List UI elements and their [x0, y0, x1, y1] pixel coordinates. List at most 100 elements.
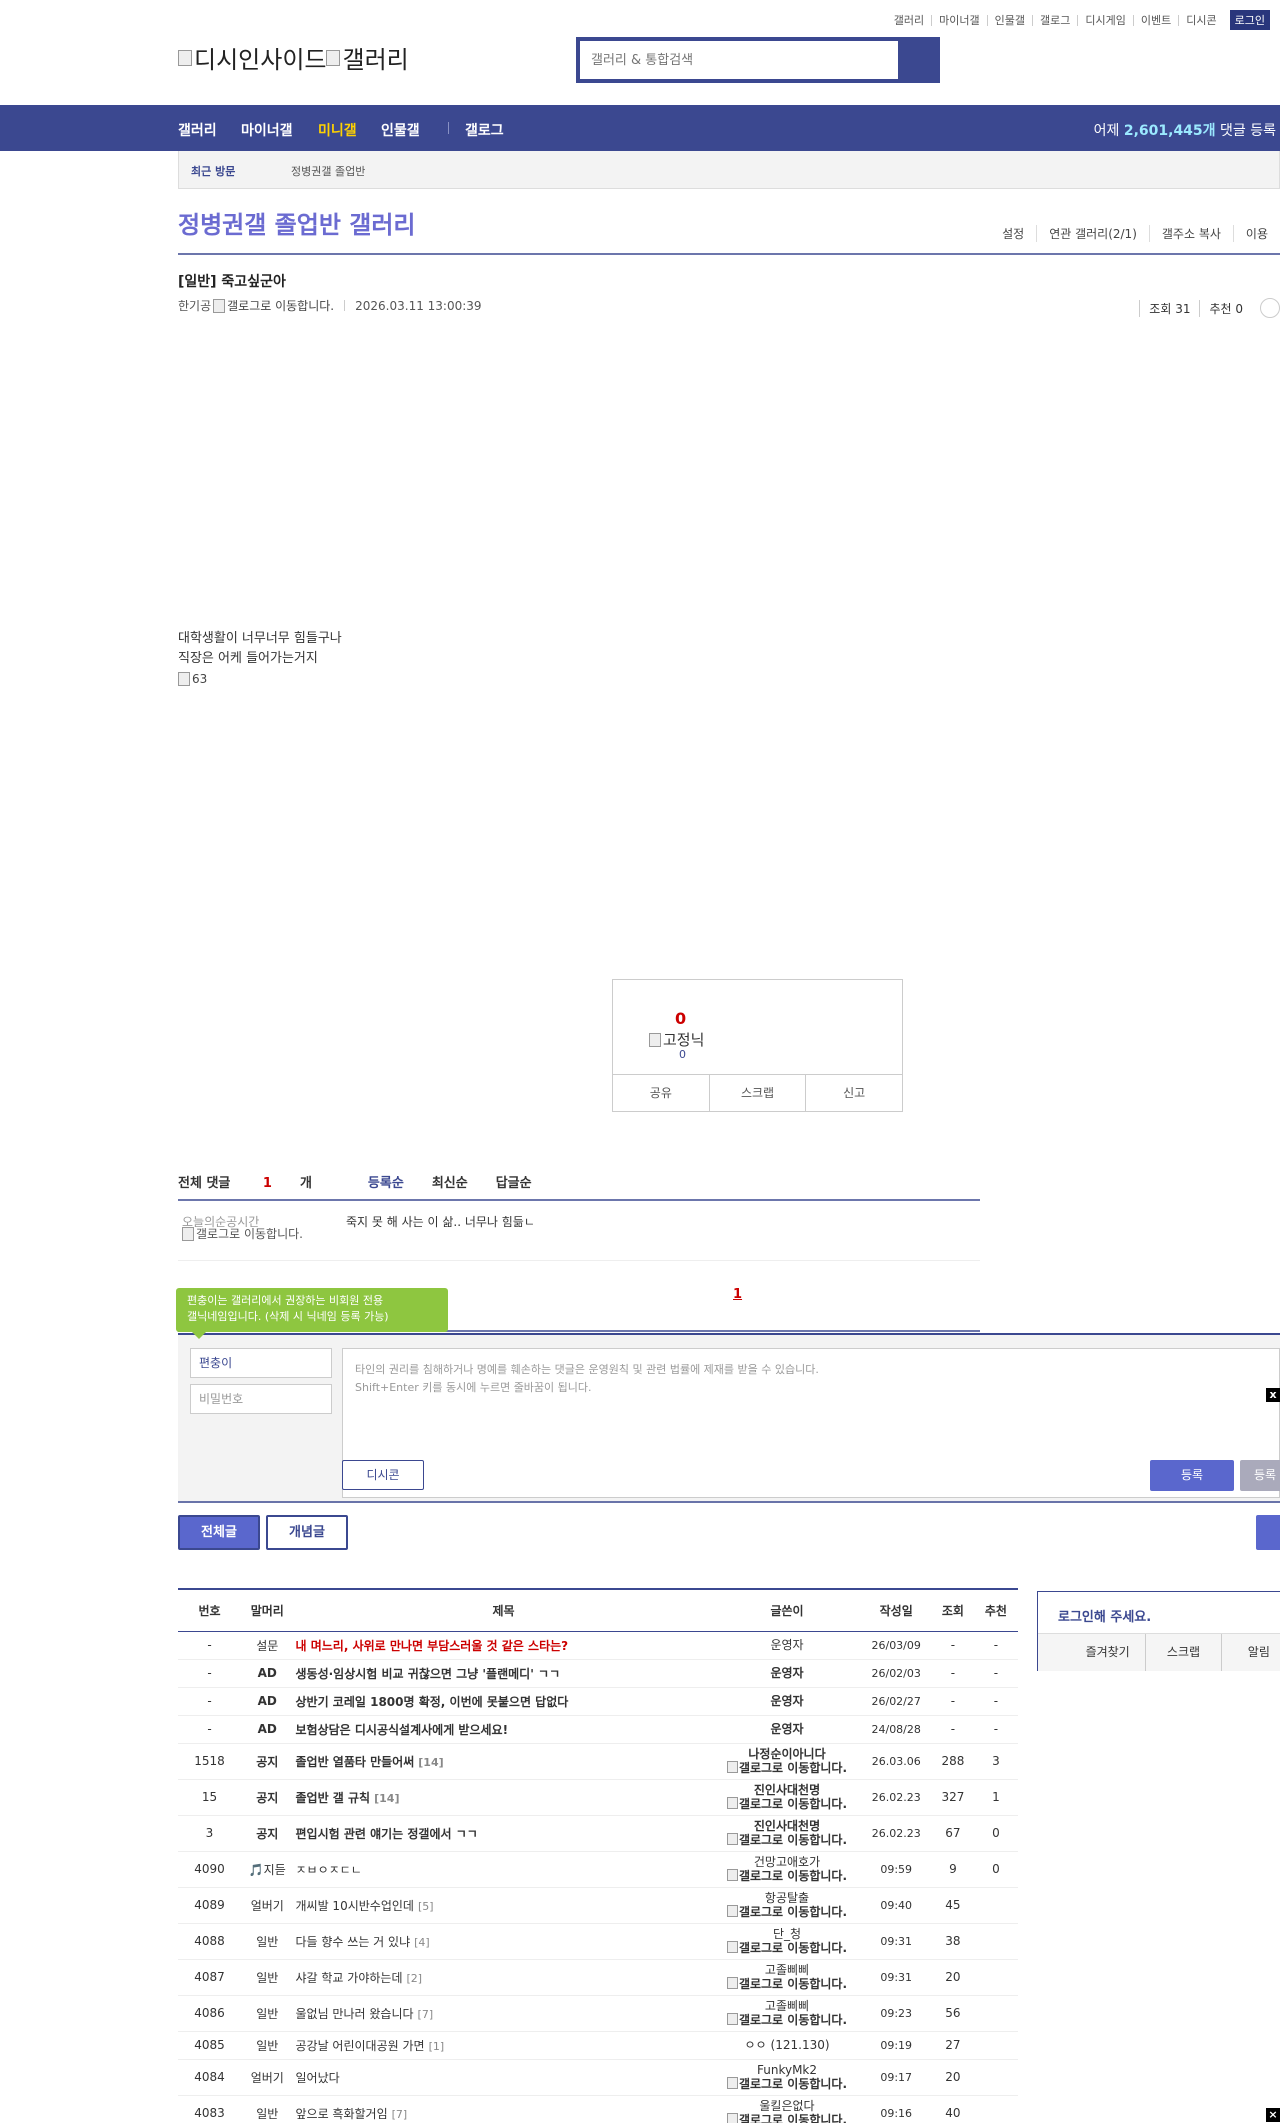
post-title-cell[interactable]: 앞으로 흑화할거임 [7]: [293, 2095, 714, 2123]
post-title-link[interactable]: 앞으로 흑화할거임: [296, 2107, 388, 2121]
favorites-link[interactable]: 즐겨찾기: [1070, 1634, 1145, 1671]
table-row[interactable]: - AD 보험상담은 디시공식설계사에게 받으세요! 운영자 24/08/28- -: [178, 1715, 1018, 1744]
post-title-cell[interactable]: 졸업반 열품타 만들어써 [14]: [293, 1743, 714, 1780]
top-link-dccon[interactable]: 디시콘: [1178, 14, 1223, 26]
gallog-icon[interactable]: 갤로그로 이동합니다.: [714, 1833, 861, 1847]
top-link-event[interactable]: 이벤트: [1132, 14, 1178, 26]
nav-gallery[interactable]: 갤러리: [178, 120, 217, 140]
post-writer[interactable]: 고졸삐삐 갤로그로 이동합니다.: [713, 1959, 861, 1996]
site-logo[interactable]: 디시인사이드 갤러리: [178, 40, 409, 75]
top-link-minor-gallery[interactable]: 마이너갤: [931, 14, 986, 26]
gallog-icon[interactable]: 갤로그로 이동합니다.: [714, 2113, 861, 2123]
reply-count[interactable]: [14]: [418, 1756, 443, 1769]
related-gallery-link[interactable]: 연관 갤러리(2/1): [1036, 225, 1149, 242]
comment-jump-icon[interactable]: [1260, 298, 1280, 318]
post-title-cell[interactable]: 편입시험 관련 얘기는 정갤에서 ㄱㄱ: [293, 1815, 714, 1852]
sort-replies[interactable]: 답글순: [496, 1172, 532, 1191]
reply-count[interactable]: [4]: [414, 1936, 430, 1949]
share-button[interactable]: 공유: [613, 1075, 709, 1111]
notification-link[interactable]: 알림: [1220, 1634, 1280, 1671]
fixed-nick-recommend-icon[interactable]: 고정닉: [649, 1029, 704, 1050]
post-writer[interactable]: 진인사대천명 갤로그로 이동합니다.: [713, 1815, 861, 1852]
post-title-link[interactable]: 생동성·임상시험 비교 귀찮으면 그냥 '플랜메디' ㄱㄱ: [296, 1667, 561, 1681]
close-icon[interactable]: x: [1266, 1388, 1280, 1402]
top-link-gallery[interactable]: 갤러리: [887, 15, 931, 26]
comment-page-number[interactable]: 1: [733, 1287, 742, 1302]
table-row[interactable]: 3 공지 편입시험 관련 얘기는 정갤에서 ㄱㄱ 진인사대천명 갤로그로 이동합니다. 2…: [178, 1815, 1018, 1852]
post-writer[interactable]: 운영자: [713, 1687, 861, 1716]
post-title-link[interactable]: 졸업반 열품타 만들어써: [296, 1755, 415, 1769]
reply-count[interactable]: [7]: [418, 2008, 434, 2021]
gallog-icon[interactable]: 갤로그로 이동합니다.: [714, 1797, 861, 1811]
post-title-link[interactable]: 내 며느리, 사위로 만나면 부담스러울 것 같은 스타는?: [296, 1639, 569, 1653]
post-title-cell[interactable]: 다들 향수 쓰는 거 있냐 [4]: [293, 1923, 714, 1960]
top-link-gallog[interactable]: 갤로그: [1032, 14, 1077, 26]
table-row[interactable]: 1518 공지 졸업반 열품타 만들어써 [14] 나정순이아니다 갤로그로 이동합니다.…: [178, 1743, 1018, 1780]
gallog-icon[interactable]: 갤로그로 이동합니다.: [714, 1869, 861, 1883]
tab-concept-posts[interactable]: 개념글: [266, 1515, 348, 1550]
post-title-cell[interactable]: ㅈㅂㅇㅈㄷㄴ: [293, 1851, 714, 1888]
gallog-icon[interactable]: 갤로그로 이동합니다.: [714, 1761, 861, 1775]
gallog-icon[interactable]: 갤로그로 이동합니다.: [714, 2013, 861, 2027]
sort-registered[interactable]: 등록순: [368, 1172, 404, 1191]
post-title-cell[interactable]: 상반기 코레일 1800명 확정, 이번에 못붙으면 답없다: [293, 1687, 714, 1716]
post-title-link[interactable]: 졸업반 갤 규칙: [296, 1791, 371, 1805]
reply-count[interactable]: [7]: [392, 2108, 408, 2121]
table-row[interactable]: 4085 일반 공강날 어린이대공원 가면 [1] ㅇㅇ (121.130) 09:19 27: [178, 2031, 1018, 2060]
table-row[interactable]: 4088 일반 다들 향수 쓰는 거 있냐 [4] 단_청 갤로그로 이동합니다. 09:3…: [178, 1923, 1018, 1960]
writer-nick[interactable]: 진인사대천명: [714, 1819, 861, 1833]
post-writer[interactable]: 진인사대천명 갤로그로 이동합니다.: [713, 1779, 861, 1816]
gallery-settings-link[interactable]: 설정: [990, 225, 1036, 242]
recent-visit-label[interactable]: 최근 방문: [191, 163, 235, 179]
gallog-icon[interactable]: 갤로그로 이동합니다.: [714, 1941, 861, 1955]
table-row[interactable]: 4084 얼버기 일어났다 FunkyMk2 갤로그로 이동합니다. 09:17 20: [178, 2059, 1018, 2096]
nav-gallog[interactable]: 갤로그: [465, 120, 504, 140]
writer-nick[interactable]: 진인사대천명: [714, 1783, 861, 1797]
search-button[interactable]: [898, 41, 936, 79]
post-writer[interactable]: 항공탈출 갤로그로 이동합니다.: [713, 1887, 861, 1924]
nickname-field[interactable]: 편충이: [190, 1348, 332, 1378]
writer-nick[interactable]: ㅇㅇ: [744, 2038, 766, 2052]
post-writer[interactable]: 운영자: [713, 1659, 861, 1688]
report-button[interactable]: 신고: [805, 1075, 902, 1111]
login-prompt[interactable]: 로그인해 주세요.: [1058, 1606, 1151, 1625]
gallog-icon[interactable]: 갤로그로 이동합니다.: [714, 1905, 861, 1919]
post-title-cell[interactable]: 울없님 만나러 왔습니다 [7]: [293, 1995, 714, 2032]
usage-link[interactable]: 이용: [1232, 225, 1280, 242]
post-title-link[interactable]: 울없님 만나러 왔습니다: [296, 2007, 414, 2021]
post-title-cell[interactable]: 공강날 어린이대공원 가면 [1]: [293, 2031, 714, 2060]
gallog-icon[interactable]: 갤로그로 이동합니다.: [714, 1977, 861, 1991]
writer-nick[interactable]: 운영자: [714, 1722, 861, 1736]
post-writer[interactable]: 울킬은없다 갤로그로 이동합니다.: [713, 2095, 861, 2123]
sort-latest[interactable]: 최신순: [432, 1172, 468, 1191]
comment-gallog-icon[interactable]: 갤로그로 이동합니다.: [182, 1227, 312, 1241]
scrap-button[interactable]: 스크랩: [708, 1075, 806, 1111]
post-writer[interactable]: 운영자: [713, 1715, 861, 1744]
post-title-link[interactable]: 편입시험 관련 얘기는 정갤에서 ㄱㄱ: [296, 1827, 478, 1841]
post-title-link[interactable]: 개씨발 10시반수업인데: [296, 1899, 414, 1913]
write-post-button[interactable]: [1256, 1515, 1280, 1550]
writer-nick[interactable]: 단_청: [714, 1927, 861, 1941]
top-link-dcgame[interactable]: 디시게임: [1077, 14, 1132, 26]
post-writer[interactable]: 나정순이아니다 갤로그로 이동합니다.: [713, 1743, 861, 1780]
post-title-link[interactable]: 일어났다: [296, 2071, 340, 2085]
table-row[interactable]: 4090 🎵지듣 ㅈㅂㅇㅈㄷㄴ 건망고애호가 갤로그로 이동합니다. 09:59 9 0: [178, 1851, 1018, 1888]
table-row[interactable]: - 설문 내 며느리, 사위로 만나면 부담스러울 것 같은 스타는? 운영자 26/0…: [178, 1631, 1018, 1660]
dccon-button[interactable]: 디시콘: [342, 1460, 424, 1490]
post-writer[interactable]: FunkyMk2 갤로그로 이동합니다.: [713, 2059, 861, 2096]
post-writer[interactable]: ㅇㅇ (121.130): [713, 2031, 861, 2060]
post-writer[interactable]: 단_청 갤로그로 이동합니다.: [713, 1923, 861, 1960]
nav-person-gallery[interactable]: 인물갤: [381, 120, 420, 140]
writer-nick[interactable]: FunkyMk2: [714, 2063, 861, 2077]
reply-count[interactable]: [14]: [374, 1792, 399, 1805]
scrap-link[interactable]: 스크랩: [1145, 1634, 1220, 1671]
gallog-icon[interactable]: 갤로그로 이동합니다.: [714, 2077, 861, 2091]
table-row[interactable]: 4087 일반 샤갈 학교 가야하는데 [2] 고졸삐삐 갤로그로 이동합니다. 09:31…: [178, 1959, 1018, 1996]
post-title-link[interactable]: ㅈㅂㅇㅈㄷㄴ: [296, 1863, 362, 1877]
top-link-person-gallery[interactable]: 인물갤: [986, 14, 1032, 26]
writer-nick[interactable]: 운영자: [714, 1638, 861, 1652]
close-icon[interactable]: ×: [1266, 2108, 1280, 2122]
tab-all-posts[interactable]: 전체글: [178, 1515, 260, 1550]
table-row[interactable]: 4083 일반 앞으로 흑화할거임 [7] 울킬은없다 갤로그로 이동합니다. 09:16 4…: [178, 2095, 1018, 2123]
post-title-link[interactable]: 공강날 어린이대공원 가면: [296, 2039, 425, 2053]
